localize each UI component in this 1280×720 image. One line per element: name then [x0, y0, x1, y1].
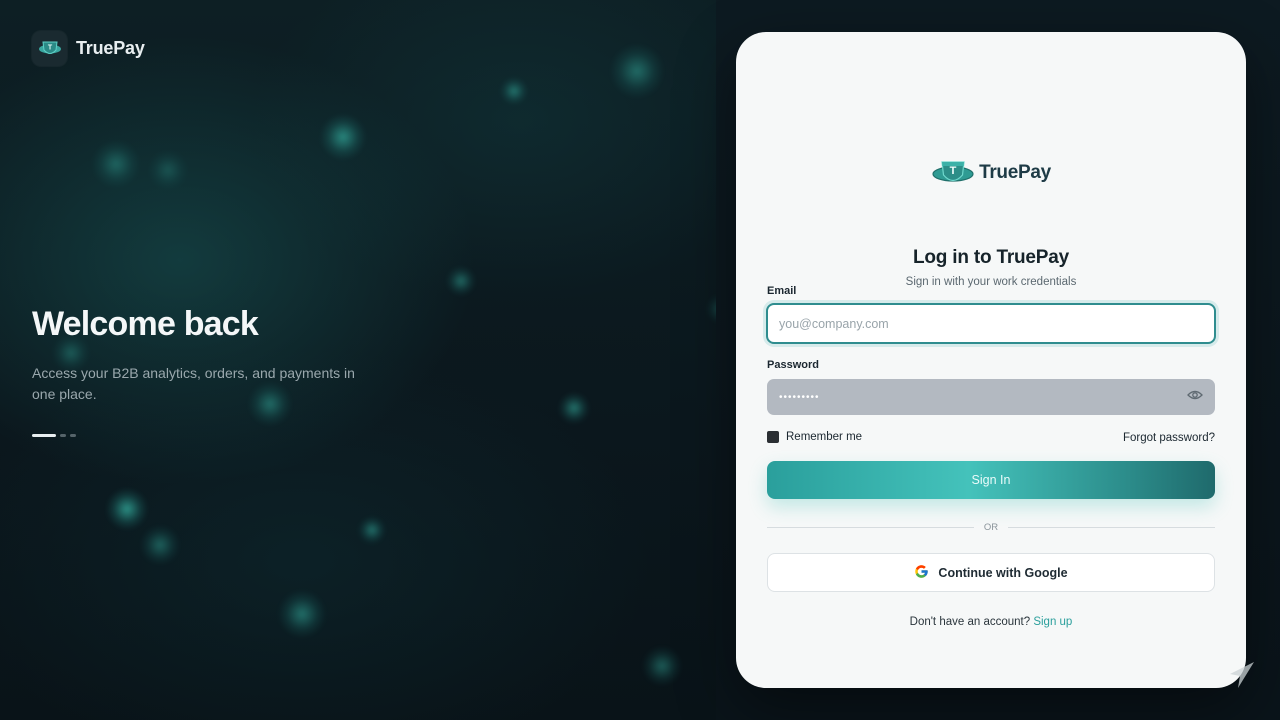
mouse-cursor-icon [1228, 660, 1256, 695]
glow-orb [610, 44, 664, 98]
card-logo: T TruePay [736, 158, 1246, 188]
email-label: Email [767, 285, 797, 297]
glow-orb [500, 77, 528, 105]
carousel-dot[interactable] [70, 434, 76, 437]
divider-line [1008, 526, 1215, 528]
carousel-dot[interactable] [60, 434, 66, 437]
hero-subtitle: Access your B2B analytics, orders, and p… [32, 365, 355, 402]
shield-t-icon: T [32, 31, 67, 66]
shield-t-icon: T [932, 161, 974, 182]
password-label: Password [767, 359, 819, 371]
svg-text:T: T [47, 44, 52, 51]
signup-prompt: Don't have an account? [909, 616, 1031, 628]
carousel-indicator [32, 434, 76, 437]
svg-text:T: T [950, 165, 957, 177]
glow-orb [642, 646, 682, 686]
google-sign-in-button[interactable]: Continue with Google [767, 553, 1215, 592]
glow-orb [558, 392, 590, 424]
left-hero-panel: T TruePay Welcome back Access your B2B a… [0, 0, 716, 720]
google-button-label: Continue with Google [938, 565, 1068, 580]
brand[interactable]: T TruePay [32, 31, 145, 66]
email-field[interactable] [766, 303, 1216, 344]
signup-link[interactable]: Sign up [1033, 616, 1072, 628]
glow-orb [278, 590, 326, 638]
sign-in-button[interactable]: Sign In [767, 461, 1215, 499]
remember-me-checkbox[interactable] [767, 431, 779, 443]
signup-row: Don't have an account? Sign up [736, 616, 1246, 628]
divider-text: OR [983, 521, 999, 533]
glow-orb [446, 266, 476, 296]
carousel-dot-active[interactable] [32, 434, 56, 437]
forgot-password-link[interactable]: Forgot password? [1123, 432, 1215, 444]
google-icon [914, 564, 929, 582]
brand-name: TruePay [76, 38, 145, 58]
hero-title: Welcome back [32, 305, 259, 343]
remember-me-label: Remember me [786, 431, 863, 443]
eye-icon[interactable] [1187, 388, 1203, 406]
glow-orb [320, 114, 366, 160]
glow-orb [148, 150, 188, 190]
glow-orb [92, 140, 140, 188]
glow-orb [706, 294, 716, 324]
login-title: Log in to TruePay [912, 247, 1069, 268]
login-subtitle: Sign in with your work credentials [905, 276, 1077, 288]
password-value: ••••••••• [779, 391, 820, 403]
glow-orb [106, 488, 148, 530]
password-field[interactable]: ••••••••• [767, 379, 1215, 415]
remember-me[interactable]: Remember me [767, 431, 862, 443]
glow-orb [358, 516, 386, 544]
card-logo-text: TruePay [979, 162, 1051, 183]
divider-line [767, 526, 974, 528]
login-card: T TruePay Log in to TruePay Sign in with… [736, 32, 1246, 688]
or-divider: OR [767, 520, 1215, 534]
glow-orb [140, 525, 180, 565]
